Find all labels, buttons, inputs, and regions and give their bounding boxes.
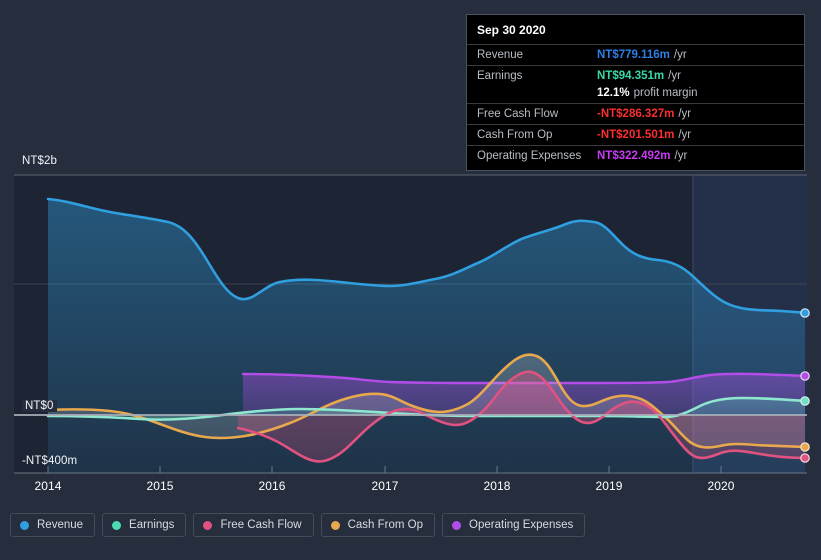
legend-item-free-cash-flow[interactable]: Free Cash Flow <box>193 513 314 537</box>
legend-dot-earnings-icon <box>112 520 122 530</box>
tooltip-row-earnings: Earnings NT$94.351m /yr <box>467 65 804 86</box>
chart-legend: Revenue Earnings Free Cash Flow Cash Fro… <box>10 513 586 537</box>
tooltip-label-free-cash-flow: Free Cash Flow <box>477 108 559 120</box>
tooltip-date: Sep 30 2020 <box>477 23 546 37</box>
legend-dot-cash-from-op-icon <box>330 520 340 530</box>
financial-chart-widget: NT$2b NT$0 -NT$400m 2014 2015 2016 2017 … <box>0 0 821 560</box>
tooltip-row-profit-margin: 12.1% profit margin <box>467 86 804 103</box>
legend-item-earnings[interactable]: Earnings <box>102 513 187 537</box>
tooltip-label-earnings: Earnings <box>477 70 523 82</box>
tooltip-value-free-cash-flow: -NT$286.327m <box>597 108 675 120</box>
legend-dot-free-cash-flow-icon <box>203 520 213 530</box>
tooltip-value-operating-expenses: NT$322.492m <box>597 150 671 162</box>
tooltip-row-cash-from-op: Cash From Op -NT$201.501m /yr <box>467 124 804 145</box>
tooltip-value-profit-margin: 12.1% <box>597 87 630 99</box>
legend-item-cash-from-op[interactable]: Cash From Op <box>320 513 436 537</box>
legend-label-free-cash-flow: Free Cash Flow <box>220 519 302 531</box>
tooltip-unit-cash-from-op: /yr <box>678 129 692 141</box>
cfo-endpoint <box>800 442 810 452</box>
tooltip-unit-profit-margin: profit margin <box>633 87 698 99</box>
fcf-endpoint <box>800 453 810 463</box>
legend-label-operating-expenses: Operating Expenses <box>469 519 574 531</box>
opex-endpoint <box>800 371 810 381</box>
legend-item-revenue[interactable]: Revenue <box>10 513 96 537</box>
tooltip-label-revenue: Revenue <box>477 49 524 61</box>
tooltip-row-revenue: Revenue NT$779.116m /yr <box>467 44 804 65</box>
tooltip-row-operating-expenses: Operating Expenses NT$322.492m /yr <box>467 145 804 166</box>
legend-item-operating-expenses[interactable]: Operating Expenses <box>442 513 586 537</box>
revenue-endpoint <box>800 308 810 318</box>
tooltip-unit-revenue: /yr <box>673 49 687 61</box>
chart-tooltip: Sep 30 2020 Revenue NT$779.116m /yr Earn… <box>466 14 805 171</box>
tooltip-unit-free-cash-flow: /yr <box>678 108 692 120</box>
tooltip-value-earnings: NT$94.351m <box>597 70 665 82</box>
tooltip-label-cash-from-op: Cash From Op <box>477 129 553 141</box>
tooltip-value-cash-from-op: -NT$201.501m <box>597 129 675 141</box>
legend-label-earnings: Earnings <box>129 519 175 531</box>
legend-dot-operating-expenses-icon <box>452 520 462 530</box>
legend-dot-revenue-icon <box>20 520 29 530</box>
earnings-endpoint <box>800 396 810 406</box>
tooltip-row-free-cash-flow: Free Cash Flow -NT$286.327m /yr <box>467 103 804 124</box>
legend-label-cash-from-op: Cash From Op <box>347 519 424 531</box>
legend-label-revenue: Revenue <box>37 519 84 531</box>
tooltip-value-revenue: NT$779.116m <box>597 49 670 61</box>
tooltip-label-operating-expenses: Operating Expenses <box>477 150 582 162</box>
tooltip-unit-operating-expenses: /yr <box>674 150 688 162</box>
tooltip-unit-earnings: /yr <box>668 70 681 82</box>
